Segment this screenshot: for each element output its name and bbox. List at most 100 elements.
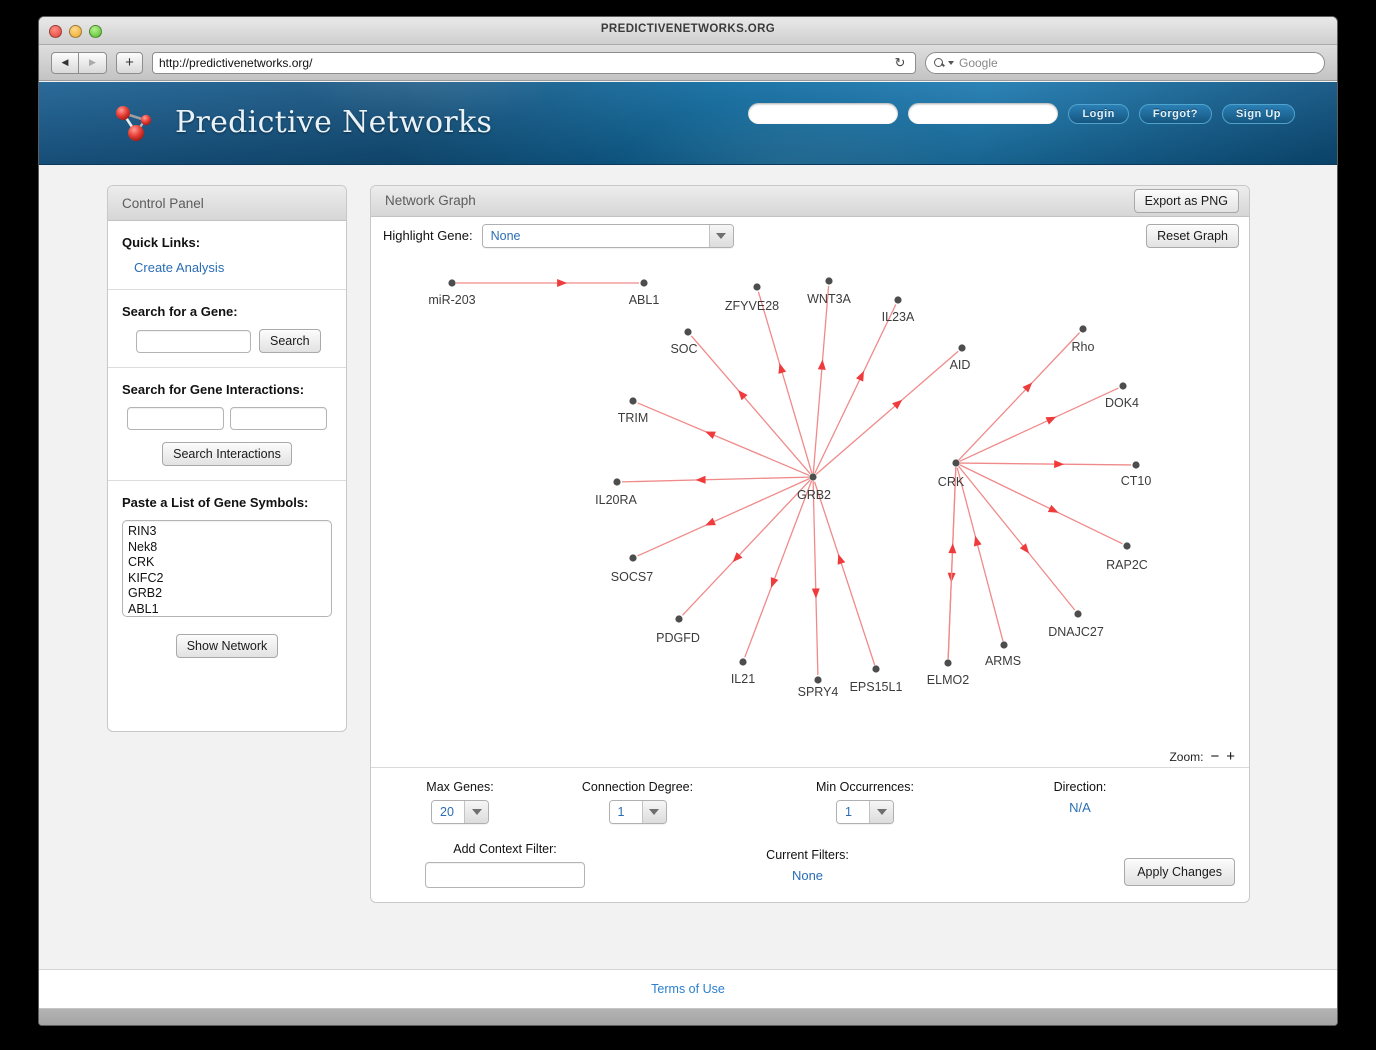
graph-filters: Max Genes: 20 Connection Degree: 1 Min O… bbox=[371, 768, 1249, 902]
graph-node[interactable] bbox=[629, 397, 637, 405]
graph-edge bbox=[637, 402, 810, 477]
graph-node[interactable] bbox=[675, 615, 683, 623]
chevron-down-icon[interactable] bbox=[708, 224, 733, 247]
graph-edge bbox=[812, 480, 819, 675]
search-gene-section: Search for a Gene: Search bbox=[108, 290, 346, 368]
nav-buttons[interactable]: ◀ ▶ bbox=[51, 51, 107, 74]
create-analysis-link[interactable]: Create Analysis bbox=[134, 260, 332, 275]
graph-edge-arrow-icon bbox=[817, 359, 826, 370]
min-occurrences-select[interactable]: 1 bbox=[836, 800, 894, 825]
chevron-down-icon[interactable] bbox=[869, 801, 893, 824]
reset-graph-button[interactable]: Reset Graph bbox=[1146, 223, 1239, 248]
graph-node[interactable] bbox=[753, 283, 761, 291]
login-button[interactable]: Login bbox=[1068, 103, 1129, 124]
graph-node-label: ABL1 bbox=[629, 293, 660, 307]
graph-node-label: SOC bbox=[670, 342, 697, 356]
highlight-gene-select[interactable]: None bbox=[481, 223, 734, 248]
min-occurrences-group: Min Occurrences: 1 bbox=[740, 780, 990, 825]
interaction-gene-a-input[interactable] bbox=[127, 407, 224, 430]
site-logo[interactable]: Predictive Networks bbox=[109, 96, 492, 148]
quick-links-section: Quick Links: Create Analysis bbox=[108, 221, 346, 290]
graph-node-label: IL20RA bbox=[595, 493, 637, 507]
graph-edge-arrow-icon bbox=[778, 363, 787, 374]
graph-toolbar: Highlight Gene: None Reset Graph bbox=[371, 217, 1249, 255]
graph-node-label: AID bbox=[950, 358, 971, 372]
graph-node[interactable] bbox=[944, 659, 952, 667]
search-interactions-button[interactable]: Search Interactions bbox=[162, 442, 292, 466]
window-resize-handle[interactable] bbox=[39, 1009, 1337, 1025]
back-icon[interactable]: ◀ bbox=[51, 51, 79, 74]
chevron-down-icon[interactable] bbox=[641, 801, 666, 824]
graph-node[interactable] bbox=[1074, 610, 1082, 618]
graph-node[interactable] bbox=[1000, 641, 1008, 649]
search-button[interactable]: Search bbox=[259, 329, 321, 353]
highlight-gene-value: None bbox=[482, 224, 709, 247]
password-field[interactable] bbox=[908, 103, 1059, 124]
chevron-down-icon[interactable] bbox=[464, 801, 488, 824]
graph-edge-arrow-icon bbox=[811, 588, 820, 599]
show-network-button[interactable]: Show Network bbox=[175, 634, 279, 658]
graph-node[interactable] bbox=[1079, 325, 1087, 333]
graph-edge bbox=[744, 480, 813, 658]
connection-degree-select[interactable]: 1 bbox=[608, 800, 667, 825]
signup-button[interactable]: Sign Up bbox=[1221, 103, 1295, 124]
window-title: PREDICTIVENETWORKS.ORG bbox=[600, 23, 776, 35]
forward-icon[interactable]: ▶ bbox=[79, 51, 107, 74]
graph-node-label: SOCS7 bbox=[611, 570, 653, 584]
gene-symbols-textarea[interactable]: RIN3 Nek8 CRK KIFC2 GRB2 ABL1 bbox=[122, 520, 332, 617]
terms-of-use-link[interactable]: Terms of Use bbox=[651, 982, 725, 996]
url-bar[interactable]: http://predictivenetworks.org/ ↻ bbox=[152, 51, 916, 74]
graph-node[interactable] bbox=[809, 473, 817, 481]
graph-node[interactable] bbox=[872, 665, 880, 673]
search-gene-input[interactable] bbox=[136, 329, 251, 353]
zoom-controls: Zoom: − + bbox=[371, 747, 1249, 769]
graph-node[interactable] bbox=[640, 279, 648, 287]
graph-edge bbox=[637, 478, 810, 557]
graph-node[interactable] bbox=[1119, 382, 1127, 390]
graph-node[interactable] bbox=[684, 328, 692, 336]
network-graph-canvas[interactable]: miR-203 ABL1 ZFYVE28 WNT3A IL23A SOC AID Rho DOK… bbox=[371, 255, 1249, 747]
graph-node[interactable] bbox=[613, 478, 621, 486]
graph-node[interactable] bbox=[958, 344, 966, 352]
graph-node-label: TRIM bbox=[618, 411, 649, 425]
graph-node[interactable] bbox=[448, 279, 456, 287]
graph-node-label: IL23A bbox=[882, 310, 915, 324]
graph-node[interactable] bbox=[1123, 542, 1131, 550]
graph-node[interactable] bbox=[739, 658, 747, 666]
graph-node-label: ELMO2 bbox=[927, 673, 969, 687]
graph-node-label: ARMS bbox=[985, 654, 1021, 668]
zoom-label: Zoom: bbox=[1169, 749, 1204, 764]
direction-value: N/A bbox=[1069, 800, 1091, 816]
context-filter-group: Add Context Filter: bbox=[385, 842, 625, 889]
graph-edge bbox=[947, 467, 957, 659]
reload-icon[interactable]: ↻ bbox=[891, 54, 909, 72]
graph-node-label: ZFYVE28 bbox=[725, 299, 779, 313]
max-genes-value: 20 bbox=[432, 801, 464, 824]
apply-changes-button[interactable]: Apply Changes bbox=[1124, 858, 1235, 887]
interaction-gene-b-input[interactable] bbox=[230, 407, 327, 430]
new-tab-icon[interactable]: + bbox=[116, 51, 143, 74]
graph-node[interactable] bbox=[894, 296, 902, 304]
context-filter-input[interactable] bbox=[425, 862, 585, 889]
graph-edge bbox=[812, 285, 830, 474]
graph-node-label: CT10 bbox=[1121, 474, 1152, 488]
site-footer: Terms of Use bbox=[39, 969, 1337, 1009]
graph-node-label: DNAJC27 bbox=[1048, 625, 1104, 639]
zoom-in-button[interactable]: + bbox=[1226, 749, 1235, 764]
export-png-button[interactable]: Export as PNG bbox=[1133, 188, 1239, 213]
browser-search-input[interactable]: Google bbox=[925, 51, 1325, 74]
graph-node[interactable] bbox=[629, 554, 637, 562]
zoom-out-button[interactable]: − bbox=[1210, 749, 1219, 764]
graph-node[interactable] bbox=[952, 459, 960, 467]
graph-node[interactable] bbox=[814, 676, 822, 684]
graph-node[interactable] bbox=[1132, 461, 1140, 469]
forgot-password-button[interactable]: Forgot? bbox=[1138, 103, 1212, 124]
direction-label: Direction: bbox=[1053, 780, 1107, 795]
max-genes-select[interactable]: 20 bbox=[431, 800, 489, 825]
graph-edge-arrow-icon bbox=[705, 431, 716, 439]
connection-degree-value: 1 bbox=[609, 801, 642, 824]
graph-node-label: DOK4 bbox=[1105, 396, 1139, 410]
graph-node[interactable] bbox=[825, 277, 833, 285]
graph-edge-arrow-icon bbox=[1045, 416, 1057, 425]
username-field[interactable] bbox=[748, 103, 899, 124]
